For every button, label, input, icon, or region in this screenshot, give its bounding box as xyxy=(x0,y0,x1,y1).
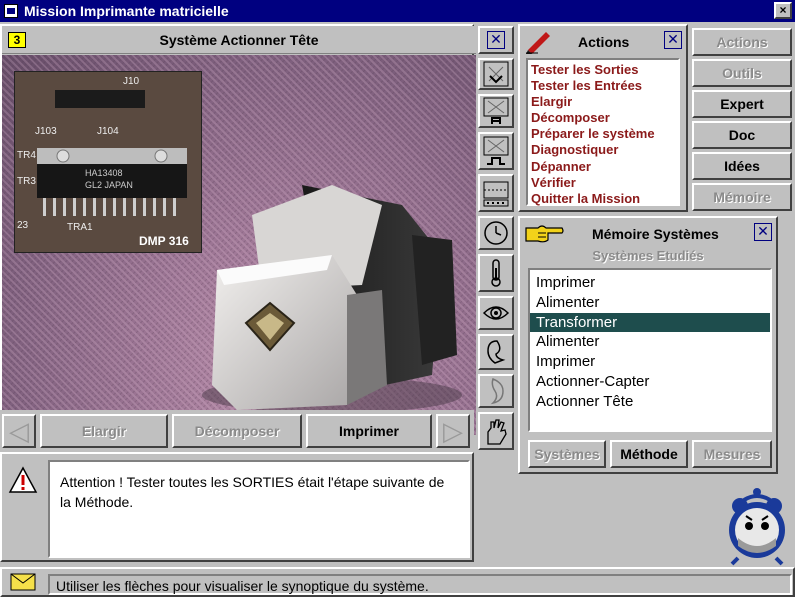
inset-label: J10 xyxy=(123,76,140,87)
actions-title: Actions xyxy=(578,34,630,50)
memoire-item[interactable]: Alimenter xyxy=(530,332,770,352)
gauge-icon xyxy=(483,181,509,207)
status-bar: Utiliser les flèches pour visualiser le … xyxy=(0,567,795,597)
inset-label: 23 xyxy=(17,220,29,231)
action-item[interactable]: Tester les Entrées xyxy=(531,78,675,94)
inset-label: GL2 JAPAN xyxy=(85,180,133,190)
memoire-panel: Mémoire Systèmes ✕ Systèmes Etudiés Impr… xyxy=(518,216,778,474)
system-title: Système Actionner Tête xyxy=(159,31,319,48)
tool-nose[interactable] xyxy=(478,374,514,408)
app-icon xyxy=(4,4,18,18)
system-panel: 3 Système Actionner Tête J10 J103 J104 T… xyxy=(0,24,476,452)
action-item[interactable]: Quitter la Mission xyxy=(531,191,675,207)
inset-label: J103 xyxy=(35,126,57,137)
step-badge: 3 xyxy=(8,32,26,48)
action-item[interactable]: Vérifier xyxy=(531,175,675,191)
memoire-item[interactable]: Actionner Tête xyxy=(530,392,770,412)
memoire-item[interactable]: Alimenter xyxy=(530,293,770,313)
memoire-close-button[interactable]: ✕ xyxy=(754,223,772,241)
actions-panel: Actions ✕ Tester les Sorties Tester les … xyxy=(518,24,688,212)
status-text: Utiliser les flèches pour visualiser le … xyxy=(48,574,792,595)
eye-icon xyxy=(482,306,510,320)
action-item[interactable]: Tester les Sorties xyxy=(531,62,675,78)
methode-button[interactable]: Méthode xyxy=(610,440,688,468)
tool-hand[interactable] xyxy=(478,412,514,450)
inset-label: DMP 316 xyxy=(139,234,189,248)
actions-button[interactable]: Actions xyxy=(692,28,792,56)
nav-elargir-button[interactable]: Elargir xyxy=(40,414,168,448)
memoire-button[interactable]: Mémoire xyxy=(692,183,792,211)
tool-gauge[interactable] xyxy=(478,174,514,212)
zoom-connect-icon xyxy=(483,136,509,165)
inset-label: J104 xyxy=(97,126,119,137)
thermometer-icon xyxy=(491,259,501,287)
message-panel: Attention ! Tester toutes les SORTIES ét… xyxy=(0,452,474,562)
memoire-title: Mémoire Systèmes xyxy=(592,226,719,242)
memoire-item[interactable]: Actionner-Capter xyxy=(530,372,770,392)
tool-thermometer[interactable] xyxy=(478,254,514,292)
prev-arrow-button[interactable]: ◁ xyxy=(2,414,36,448)
inset-label: HA13408 xyxy=(85,168,123,178)
action-item[interactable]: Décomposer xyxy=(531,110,675,126)
tool-eye[interactable] xyxy=(478,296,514,330)
system-photo: J10 J103 J104 TR4 TR3 HA13408 GL2 JAPAN … xyxy=(2,55,476,435)
doc-button[interactable]: Doc xyxy=(692,121,792,149)
tool-ear[interactable] xyxy=(478,334,514,370)
actions-list: Tester les Sorties Tester les Entrées El… xyxy=(526,58,680,206)
inset-label: TR3 xyxy=(17,176,36,187)
action-item[interactable]: Préparer le système xyxy=(531,126,675,142)
nav-imprimer-button[interactable]: Imprimer xyxy=(306,414,432,448)
zoom-single-icon xyxy=(483,97,509,124)
tool-zoom-connect[interactable] xyxy=(478,132,514,170)
nose-icon xyxy=(490,378,504,405)
alarm-clock-icon xyxy=(729,488,785,566)
nav-decomposer-button[interactable]: Décomposer xyxy=(172,414,302,448)
close-icon: ✕ xyxy=(487,31,505,49)
inset-label: TR4 xyxy=(17,150,36,161)
message-text: Attention ! Tester toutes les SORTIES ét… xyxy=(48,460,470,558)
window-title: Mission Imprimante matricielle xyxy=(24,3,229,19)
next-arrow-button[interactable]: ▷ xyxy=(436,414,470,448)
tool-clock[interactable] xyxy=(478,216,514,250)
close-icon: ✕ xyxy=(757,223,769,239)
clock-icon xyxy=(484,221,508,245)
tool-zoom-single[interactable] xyxy=(478,94,514,128)
action-item[interactable]: Dépanner xyxy=(531,159,675,175)
pen-icon xyxy=(526,32,550,54)
tool-zoom-down[interactable] xyxy=(478,58,514,90)
action-item[interactable]: Diagnostiquer xyxy=(531,142,675,158)
memoire-item[interactable]: Imprimer xyxy=(530,352,770,372)
envelope-icon xyxy=(10,573,36,591)
memoire-list: Imprimer Alimenter Transformer Alimenter… xyxy=(528,268,772,432)
system-nav-bar: ◁ Elargir Décomposer Imprimer ▷ xyxy=(0,410,474,452)
warning-icon xyxy=(8,466,38,493)
mesures-button[interactable]: Mesures xyxy=(692,440,772,468)
systemes-button[interactable]: Systèmes xyxy=(528,440,606,468)
idees-button[interactable]: Idées xyxy=(692,152,792,180)
window-close-button[interactable]: × xyxy=(774,2,792,19)
window-titlebar: Mission Imprimante matricielle × xyxy=(0,0,795,22)
action-item[interactable]: Elargir xyxy=(531,94,675,110)
close-icon: ✕ xyxy=(667,31,679,47)
toolbar-close-button[interactable]: ✕ xyxy=(478,26,514,54)
memoire-subtitle: Systèmes Etudiés xyxy=(592,248,704,263)
actions-close-button[interactable]: ✕ xyxy=(664,31,682,49)
system-header: 3 Système Actionner Tête xyxy=(2,26,476,54)
expert-button[interactable]: Expert xyxy=(692,90,792,118)
memoire-item-selected[interactable]: Transformer xyxy=(530,312,770,333)
outils-button[interactable]: Outils xyxy=(692,59,792,87)
ear-icon xyxy=(487,340,506,364)
zoom-down-icon xyxy=(483,61,509,87)
pointing-hand-icon xyxy=(525,225,564,243)
inset-label: TRA1 xyxy=(67,222,93,233)
hand-icon xyxy=(487,419,507,445)
circuit-board-inset: J10 J103 J104 TR4 TR3 HA13408 GL2 JAPAN … xyxy=(14,71,202,253)
memoire-item[interactable]: Imprimer xyxy=(530,273,770,293)
